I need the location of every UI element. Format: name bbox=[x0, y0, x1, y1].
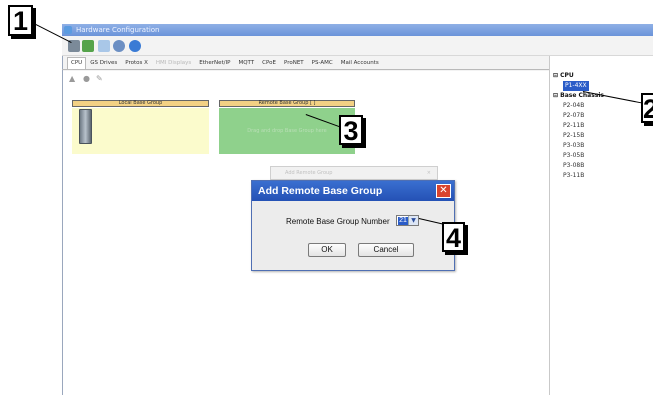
toolbar bbox=[62, 36, 653, 56]
tree-header-cpu[interactable]: ⊟ CPU bbox=[553, 71, 604, 81]
callout-2: 2 bbox=[641, 93, 653, 123]
tab-mail-accounts[interactable]: Mail Accounts bbox=[337, 57, 383, 69]
tree-item-p2-15b[interactable]: P2-15B bbox=[553, 131, 604, 141]
tab-gs-drives[interactable]: GS Drives bbox=[86, 57, 121, 69]
dialog-title: Add Remote Base Group bbox=[252, 181, 454, 201]
triangle-icon[interactable]: ▲ bbox=[69, 75, 77, 83]
group-number-select[interactable]: 21 ▼ bbox=[396, 215, 419, 226]
callout-1: 1 bbox=[8, 5, 33, 36]
tab-hmi-displays: HMI Displays bbox=[155, 60, 192, 66]
window-titlebar: Hardware Configuration bbox=[62, 24, 653, 36]
remote-group-header: Remote Base Group [ ] bbox=[219, 100, 355, 107]
background-dialog-title: Add Remote Group bbox=[285, 170, 333, 176]
device-tree-panel: ⊟ CPU P1-4XX ⊟ Base Chassis P2-04B P2-07… bbox=[549, 56, 653, 395]
tree-item-p2-07b[interactable]: P2-07B bbox=[553, 111, 604, 121]
local-base-group[interactable] bbox=[72, 108, 209, 154]
help-icon[interactable] bbox=[129, 40, 141, 52]
callout-4: 4 bbox=[442, 222, 465, 252]
cancel-button[interactable]: Cancel bbox=[358, 243, 414, 257]
tab-ethernet-ip[interactable]: EtherNet/IP bbox=[195, 57, 234, 69]
background-close-icon: × bbox=[426, 170, 431, 176]
callout-3: 3 bbox=[339, 115, 363, 145]
tab-cpoe[interactable]: CPoE bbox=[258, 57, 280, 69]
tab-protos-x[interactable]: Protos X bbox=[121, 57, 152, 69]
tools-icon[interactable] bbox=[113, 40, 125, 52]
cpu-module-image[interactable] bbox=[79, 109, 92, 144]
tree-header-base-chassis[interactable]: ⊟ Base Chassis bbox=[553, 91, 604, 101]
tab-bar: CPU GS Drives Protos X HMI Displays Ethe… bbox=[62, 56, 549, 70]
add-remote-base-group-dialog: Add Remote Base Group ✕ Remote Base Grou… bbox=[251, 180, 455, 271]
chevron-down-icon[interactable]: ▼ bbox=[408, 216, 418, 225]
app-icon bbox=[64, 26, 72, 34]
tree-item-p3-03b[interactable]: P3-03B bbox=[553, 141, 604, 151]
device-tree: ⊟ CPU P1-4XX ⊟ Base Chassis P2-04B P2-07… bbox=[553, 71, 604, 181]
tree-item-p2-11b[interactable]: P2-11B bbox=[553, 121, 604, 131]
tab-cpu[interactable]: CPU bbox=[67, 57, 87, 69]
window-title: Hardware Configuration bbox=[76, 26, 160, 34]
tab-ps-amc[interactable]: PS-AMC bbox=[308, 57, 337, 69]
remote-group-placeholder: Drag and drop Base Group here bbox=[247, 128, 327, 134]
close-icon[interactable]: ✕ bbox=[436, 184, 451, 198]
tree-item-p3-11b[interactable]: P3-11B bbox=[553, 171, 604, 181]
config-icon[interactable] bbox=[82, 40, 94, 52]
ok-button[interactable]: OK bbox=[308, 243, 346, 257]
tree-item-p1-4xx[interactable]: P1-4XX bbox=[553, 81, 604, 91]
pen-icon[interactable]: ✎ bbox=[96, 75, 104, 83]
tree-item-p3-08b[interactable]: P3-08B bbox=[553, 161, 604, 171]
background-dialog: Add Remote Group × bbox=[270, 166, 438, 180]
document-icon[interactable] bbox=[98, 40, 110, 52]
tree-item-label: P1-4XX bbox=[563, 81, 589, 91]
group-number-label: Remote Base Group Number bbox=[286, 217, 390, 226]
local-group-header: Local Base Group bbox=[72, 100, 209, 107]
tab-mqtt[interactable]: MQTT bbox=[234, 57, 258, 69]
tree-header-cpu-label: CPU bbox=[560, 72, 574, 79]
tree-item-p3-05b[interactable]: P3-05B bbox=[553, 151, 604, 161]
circle-icon[interactable]: ● bbox=[83, 75, 91, 83]
tab-pronet[interactable]: ProNET bbox=[280, 57, 308, 69]
group-number-value: 21 bbox=[398, 217, 408, 225]
tree-item-p2-04b[interactable]: P2-04B bbox=[553, 101, 604, 111]
